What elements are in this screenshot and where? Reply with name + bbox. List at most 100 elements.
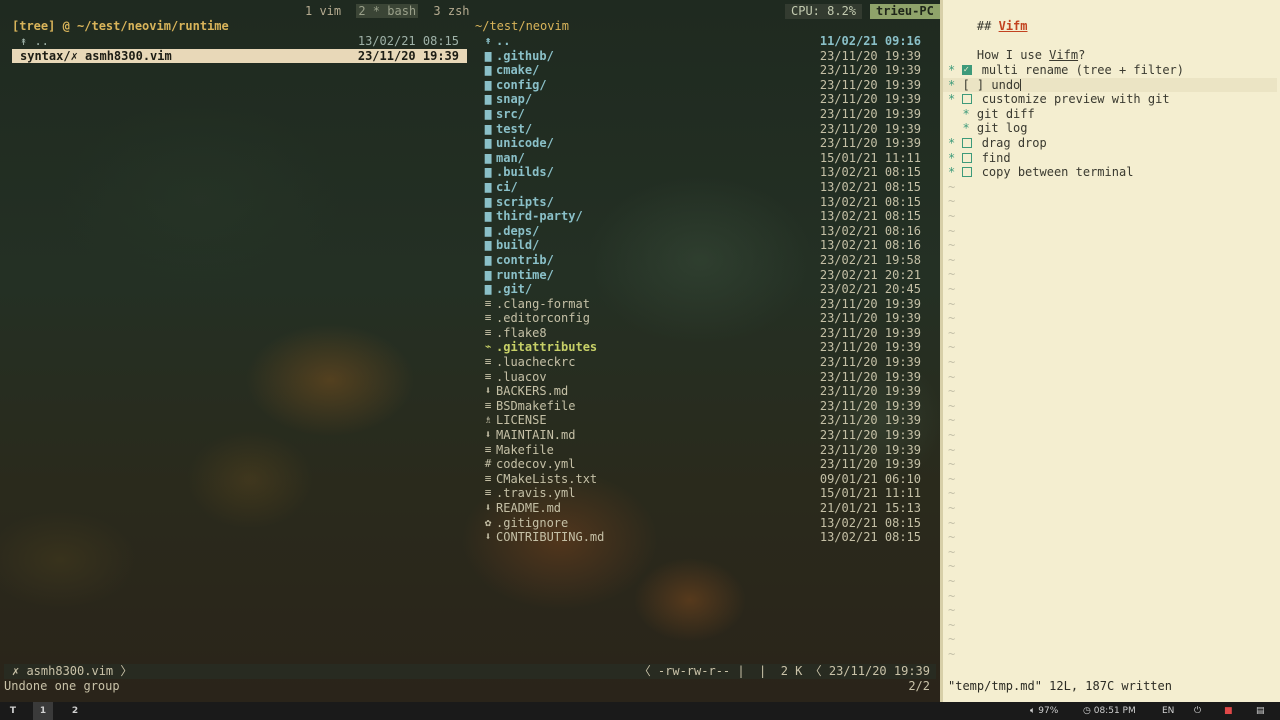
file-date: 13/02/21 08:15 <box>819 179 921 194</box>
status-file-info: 〈 -rw-rw-r-- | | 2 K 〈 23/11/20 19:39 <box>638 664 930 678</box>
file-row[interactable]: ≡ .clang-format 23/11/20 19:39 <box>475 297 927 312</box>
folder-row[interactable]: ▆ .builds/13/02/21 08:15 <box>475 165 927 180</box>
left-file-row[interactable]: syntax/✗ asmh8300.vim 23/11/20 19:39 <box>12 48 467 64</box>
file-date: 23/11/20 19:39 <box>819 63 921 78</box>
volume-level: 97% <box>1038 706 1059 716</box>
file-row[interactable]: ≡ CMakeLists.txt 09/01/21 06:10 <box>475 472 927 487</box>
unchecked-checkbox-icon[interactable] <box>962 152 973 163</box>
todo-item[interactable]: * git diff <box>948 107 1278 122</box>
todo-item[interactable]: * git log <box>948 121 1278 136</box>
folder-row[interactable]: ▆ cmake/23/11/20 19:39 <box>475 63 927 78</box>
file-name: snap/ <box>496 92 533 107</box>
clock[interactable]: ◷ 08:51 PM <box>1083 702 1136 720</box>
file-name: syntax/✗ asmh8300.vim <box>20 48 172 63</box>
todo-item[interactable]: * copy between terminal <box>948 165 1278 180</box>
file-date: 13/02/21 08:15 <box>819 515 921 530</box>
file-icon: ≡ <box>484 442 492 456</box>
folder-row[interactable]: ▆ test/23/11/20 19:39 <box>475 122 927 137</box>
todo-item[interactable]: * [ ] undo <box>943 77 1277 93</box>
volume-indicator[interactable]: 🔈︎ 97% <box>1030 702 1058 720</box>
file-row[interactable]: ⬇ CONTRIBUTING.md 13/02/21 08:15 <box>475 530 927 545</box>
heading-prefix: ## <box>976 18 999 33</box>
folder-row[interactable]: ▆ contrib/23/02/21 19:58 <box>475 253 927 268</box>
file-row[interactable]: ✿ .gitignore 13/02/21 08:15 <box>475 516 927 531</box>
empty-line-marker: ~ <box>948 457 956 472</box>
file-name: Makefile <box>496 442 554 457</box>
todo-item[interactable]: * find <box>948 151 1278 166</box>
workspace-1[interactable]: 1 <box>33 702 53 720</box>
folder-row[interactable]: ▆ .git/23/02/21 20:45 <box>475 282 927 297</box>
file-date: 13/02/21 08:15 <box>819 530 921 545</box>
file-row[interactable]: ≡ Makefile 23/11/20 19:39 <box>475 443 927 458</box>
hostname-badge: trieu-PC <box>870 4 940 19</box>
parent-dir-row[interactable]: ↟.. 11/02/21 09:16 <box>475 34 927 49</box>
file-date: 23/11/20 19:39 <box>819 325 921 340</box>
file-row[interactable]: ♗ LICENSE 23/11/20 19:39 <box>475 413 927 428</box>
file-row[interactable]: ≡ .luacheckrc 23/11/20 19:39 <box>475 355 927 370</box>
empty-line-marker: ~ <box>948 296 956 311</box>
right-pane-path: ~/test/neovim <box>475 19 569 33</box>
file-row[interactable]: ⬇ README.md 21/01/21 15:13 <box>475 501 927 516</box>
empty-line-marker: ~ <box>948 238 956 253</box>
tmux-window-1[interactable]: 1 vim <box>305 4 341 18</box>
file-date: 23/02/21 20:45 <box>819 282 921 297</box>
unchecked-checkbox-icon[interactable] <box>962 167 973 178</box>
folder-row[interactable]: ▆ snap/23/11/20 19:39 <box>475 92 927 107</box>
file-row[interactable]: ≡ .travis.yml 15/01/21 11:11 <box>475 486 927 501</box>
todo-item[interactable]: * drag drop <box>948 136 1278 151</box>
file-row[interactable]: ⌁ .gitattributes 23/11/20 19:39 <box>475 340 927 355</box>
folder-row[interactable]: ▆ scripts/13/02/21 08:15 <box>475 195 927 210</box>
todo-text: customize preview with git <box>981 92 1170 107</box>
folder-row[interactable]: ▆ src/23/11/20 19:39 <box>475 107 927 122</box>
empty-line-marker: ~ <box>948 603 956 618</box>
empty-line-marker: ~ <box>948 617 956 632</box>
right-file-pane[interactable]: ↟.. 11/02/21 09:16 ▆ .github/23/11/20 19:39… <box>475 34 927 545</box>
folder-row[interactable]: ▆ config/23/11/20 19:39 <box>475 78 927 93</box>
left-file-pane[interactable]: ↟ .. 13/02/21 08:15 syntax/✗ asmh8300.vim 2… <box>12 34 467 64</box>
file-name: .luacheckrc <box>496 355 576 370</box>
file-name: .builds/ <box>496 165 554 180</box>
file-name: MAINTAIN.md <box>496 428 576 443</box>
file-date: 23/11/20 19:39 <box>357 48 459 63</box>
record-icon[interactable]: ■ <box>1224 702 1233 720</box>
unchecked-checkbox-icon[interactable] <box>962 138 973 148</box>
file-row[interactable]: ⬇ BACKERS.md 23/11/20 19:39 <box>475 384 927 399</box>
file-row[interactable]: ≡ .luacov 23/11/20 19:39 <box>475 370 927 385</box>
file-row[interactable]: ≡ .flake8 23/11/20 19:39 <box>475 326 927 341</box>
workspace-t[interactable]: T <box>3 702 23 720</box>
file-name: third-party/ <box>496 209 583 224</box>
file-icon: ≡ <box>484 486 492 500</box>
left-file-row[interactable]: ↟ .. 13/02/21 08:15 <box>12 34 467 49</box>
intro-link[interactable]: Vifm <box>1049 48 1078 62</box>
folder-row[interactable]: ▆ runtime/23/02/21 20:21 <box>475 268 927 283</box>
todo-item[interactable]: * multi rename (tree + filter) <box>948 63 1278 78</box>
file-row[interactable]: ≡ BSDmakefile 23/11/20 19:39 <box>475 399 927 414</box>
file-row[interactable]: ≡ .editorconfig 23/11/20 19:39 <box>475 311 927 326</box>
todo-item[interactable]: * customize preview with git <box>948 92 1278 107</box>
vim-editor-pane[interactable]: ## Vifm How I use Vifm? * multi rename (… <box>940 0 1280 702</box>
file-date: 21/01/21 15:13 <box>819 501 921 515</box>
tmux-window-2[interactable]: 2 * bash <box>356 4 419 18</box>
tray-menu-icon[interactable]: ▤ <box>1256 702 1265 720</box>
tmux-window-3[interactable]: 3 zsh <box>433 4 469 18</box>
folder-row[interactable]: ▆ .github/23/11/20 19:39 <box>475 49 927 64</box>
heading-link[interactable]: Vifm <box>999 19 1028 33</box>
workspace-2[interactable]: 2 <box>65 702 85 720</box>
file-date: 23/11/20 19:39 <box>819 311 921 326</box>
folder-row[interactable]: ▆ unicode/23/11/20 19:39 <box>475 136 927 151</box>
empty-line-marker: ~ <box>948 428 956 442</box>
file-icon: ♗ <box>484 413 492 427</box>
folder-row[interactable]: ▆ build/13/02/21 08:16 <box>475 238 927 253</box>
unchecked-checkbox-icon[interactable] <box>962 94 973 105</box>
checked-checkbox-icon[interactable] <box>962 63 973 78</box>
power-icon[interactable]: ⏻ <box>1194 702 1201 720</box>
keyboard-layout[interactable]: EN <box>1162 702 1174 720</box>
folder-row[interactable]: ▆ third-party/13/02/21 08:15 <box>475 209 927 224</box>
folder-row[interactable]: ▆ .deps/13/02/21 08:16 <box>475 224 927 239</box>
file-name: .gitattributes <box>496 340 598 355</box>
file-name: runtime/ <box>496 267 554 282</box>
file-row[interactable]: # codecov.yml 23/11/20 19:39 <box>475 457 927 472</box>
file-row[interactable]: ⬇ MAINTAIN.md 23/11/20 19:39 <box>475 428 927 443</box>
folder-row[interactable]: ▆ ci/13/02/21 08:15 <box>475 180 927 195</box>
folder-row[interactable]: ▆ man/15/01/21 11:11 <box>475 151 927 166</box>
